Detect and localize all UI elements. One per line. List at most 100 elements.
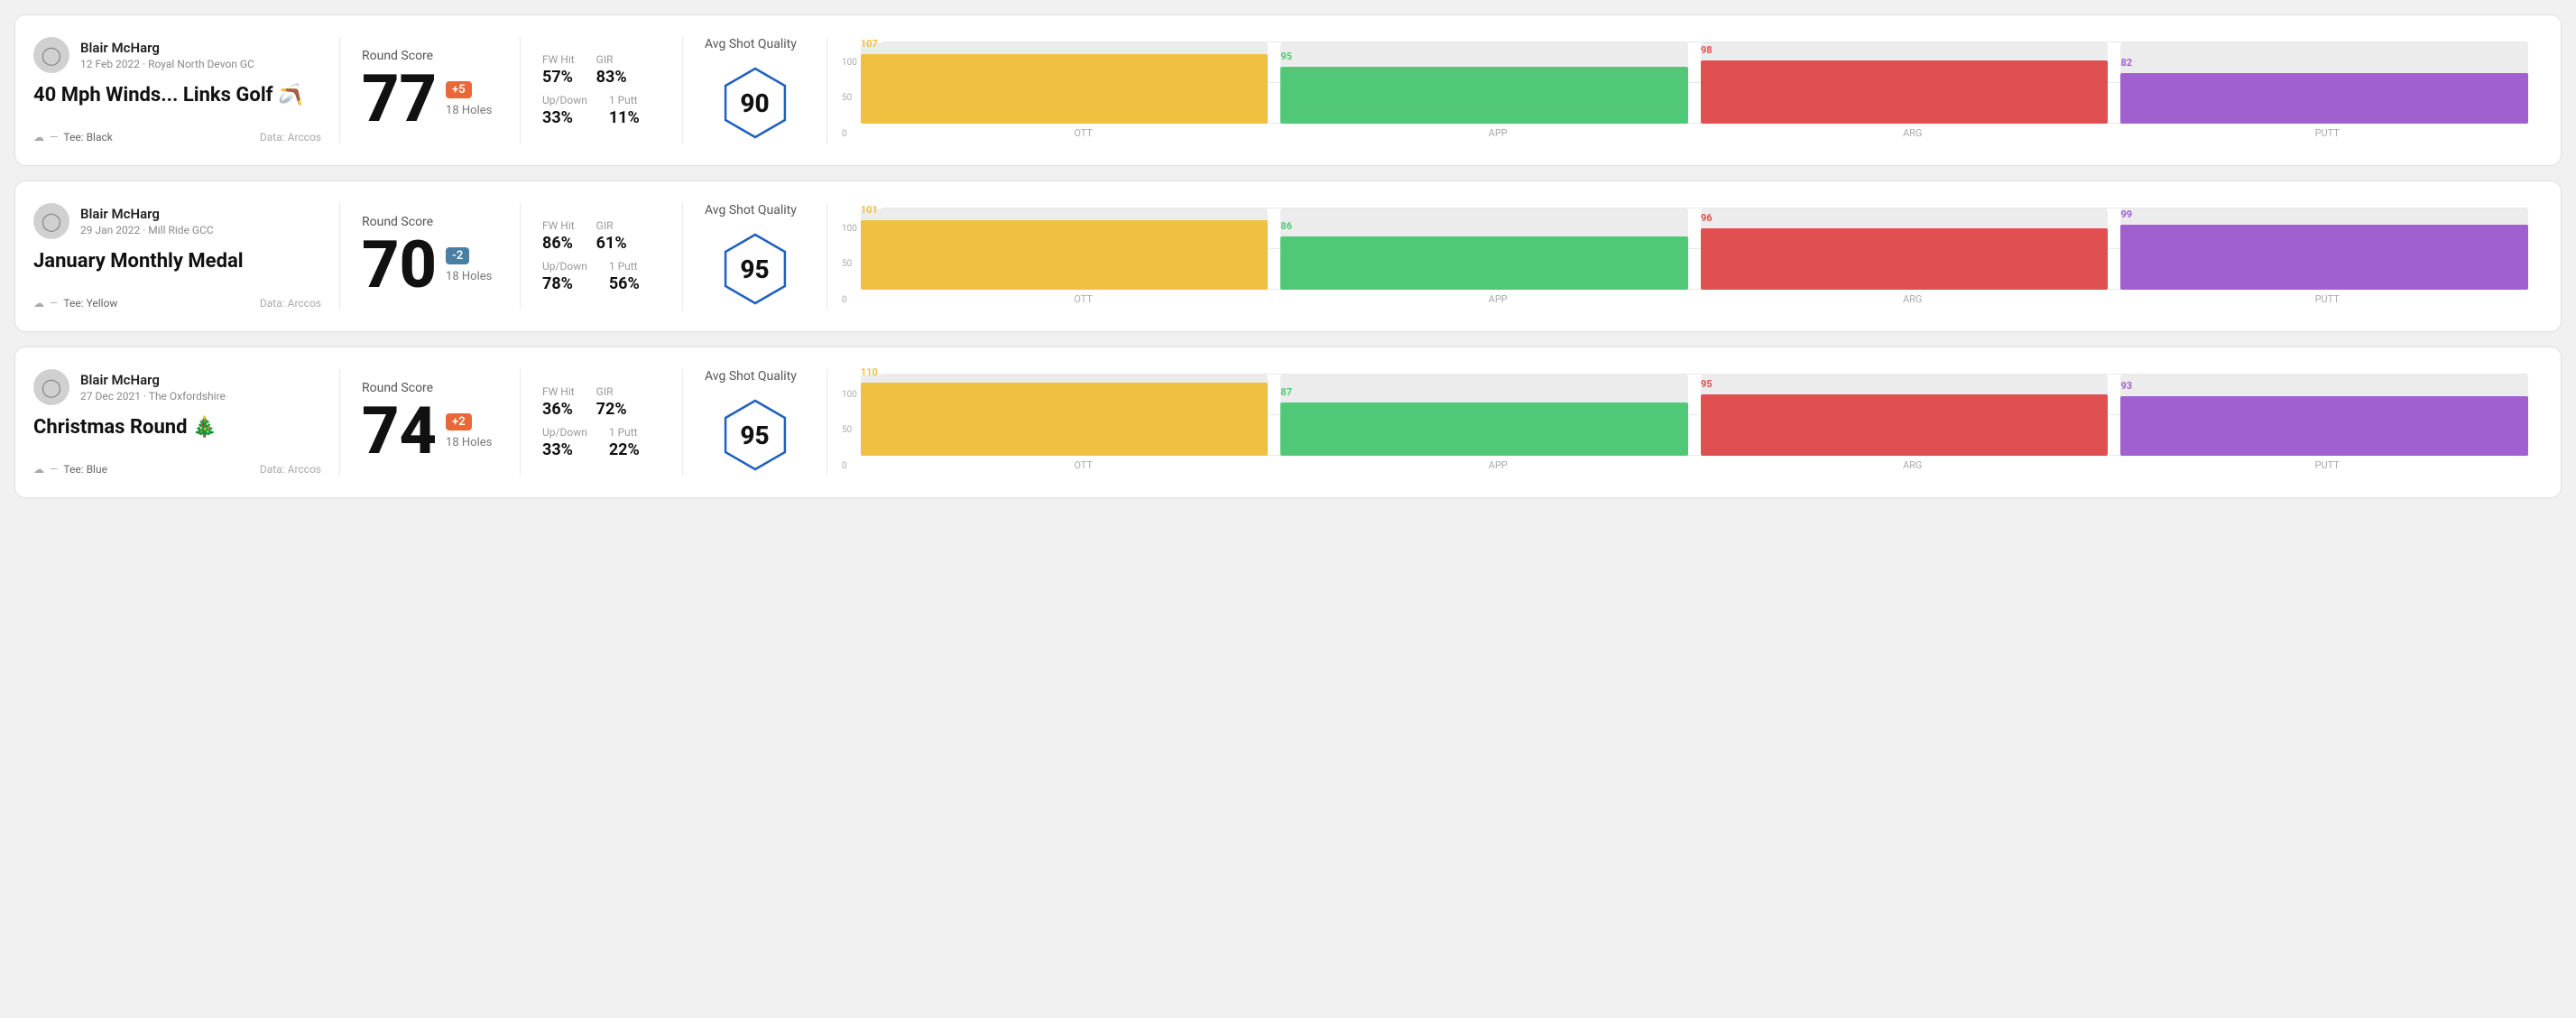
x-axis-label: OTT — [882, 459, 1285, 471]
card-stats: FW Hit 86% GIR 61% Up/Down 78% 1 Putt — [521, 203, 683, 310]
bar-column: 95 — [1280, 42, 1688, 124]
updown-label: Up/Down — [542, 260, 587, 273]
stats-row-top: FW Hit 36% GIR 72% — [542, 385, 660, 419]
chart-grid: 101 86 96 99 — [861, 208, 2528, 290]
y-max: 100 — [842, 58, 857, 68]
stats-row-bottom: Up/Down 78% 1 Putt 56% — [542, 260, 660, 293]
card-quality: Avg Shot Quality 95 — [683, 369, 827, 476]
holes-text: 18 Holes — [446, 104, 492, 117]
score-badge: +2 18 Holes — [446, 413, 492, 449]
stats-row-bottom: Up/Down 33% 1 Putt 11% — [542, 94, 660, 127]
avatar-icon: ◯ — [42, 44, 61, 66]
bar-column: 107 — [861, 42, 1269, 124]
updown-stat: Up/Down 33% — [542, 426, 587, 459]
bar-column: 98 — [1701, 42, 2109, 124]
fw-hit-label: FW Hit — [542, 219, 575, 232]
bar-fill: 95 — [1280, 67, 1688, 124]
x-labels: OTTAPPARGPUTT — [882, 293, 2528, 305]
bar-fill: 95 — [1701, 394, 2109, 456]
updown-value: 33% — [542, 108, 587, 127]
chart-area: 100 50 0 110 — [827, 369, 2543, 476]
bar-value: 87 — [1280, 386, 1292, 398]
chart-area: 100 50 0 107 — [827, 37, 2543, 143]
bar-column: 93 — [2120, 375, 2528, 456]
x-labels: OTTAPPARGPUTT — [882, 127, 2528, 139]
score-diff-badge: +2 — [446, 413, 472, 430]
x-axis-label: ARG — [1712, 127, 2114, 139]
bar-value: 86 — [1280, 220, 1292, 232]
bar-value: 98 — [1701, 44, 1713, 56]
y-axis: 100 50 0 — [842, 224, 861, 305]
one-putt-value: 56% — [609, 274, 640, 293]
avatar-icon: ◯ — [42, 210, 61, 232]
one-putt-stat: 1 Putt 22% — [609, 426, 640, 459]
one-putt-value: 11% — [609, 108, 640, 127]
quality-label: Avg Shot Quality — [705, 37, 797, 51]
card-footer: ☁ ― Tee: Yellow Data: Arccos — [33, 297, 321, 310]
x-axis-label: PUTT — [2126, 293, 2528, 305]
avatar: ◯ — [33, 369, 69, 405]
card-player-info: ◯ Blair McHarg 29 Jan 2022 · Mill Ride G… — [33, 203, 340, 310]
round-title: January Monthly Medal — [33, 250, 321, 273]
tee-label: Tee: Yellow — [63, 297, 117, 310]
round-card: ◯ Blair McHarg 12 Feb 2022 · Royal North… — [14, 14, 2562, 166]
holes-text: 18 Holes — [446, 436, 492, 449]
stats-row-top: FW Hit 86% GIR 61% — [542, 219, 660, 253]
bar-value: 95 — [1280, 51, 1292, 62]
updown-value: 78% — [542, 274, 587, 293]
weather-icon: ☁ — [33, 131, 44, 143]
bar-fill: 107 — [861, 54, 1269, 124]
score-number: 74 — [362, 399, 437, 464]
x-axis-label: PUTT — [2126, 459, 2528, 471]
round-card: ◯ Blair McHarg 29 Jan 2022 · Mill Ride G… — [14, 180, 2562, 332]
x-axis-label: APP — [1297, 293, 1699, 305]
player-name: Blair McHarg — [80, 206, 214, 222]
score-badge: -2 18 Holes — [446, 247, 492, 283]
round-title: Christmas Round 🎄 — [33, 416, 321, 439]
updown-label: Up/Down — [542, 94, 587, 106]
fw-hit-label: FW Hit — [542, 53, 575, 66]
y-min: 0 — [842, 129, 857, 139]
card-score: Round Score 74 +2 18 Holes — [340, 369, 521, 476]
avatar: ◯ — [33, 203, 69, 239]
one-putt-label: 1 Putt — [609, 94, 640, 106]
player-name: Blair McHarg — [80, 40, 254, 56]
tee-info: ☁ ― Tee: Yellow — [33, 297, 117, 310]
score-main: 70 -2 18 Holes — [362, 233, 498, 298]
bar-fill: 86 — [1280, 236, 1688, 290]
one-putt-stat: 1 Putt 56% — [609, 260, 640, 293]
score-diff-badge: +5 — [446, 81, 472, 98]
y-max: 100 — [842, 224, 857, 234]
card-player-info: ◯ Blair McHarg 27 Dec 2021 · The Oxfords… — [33, 369, 340, 476]
fw-hit-stat: FW Hit 36% — [542, 385, 575, 419]
bar-fill: 82 — [2120, 73, 2528, 124]
tee-label: Tee: Black — [63, 131, 112, 143]
data-source: Data: Arccos — [260, 131, 321, 143]
y-mid: 50 — [842, 93, 857, 103]
gir-label: GIR — [596, 53, 627, 66]
round-title: 40 Mph Winds... Links Golf 🪃 — [33, 84, 321, 106]
avatar: ◯ — [33, 37, 69, 73]
updown-label: Up/Down — [542, 426, 587, 439]
fw-hit-value: 57% — [542, 68, 575, 87]
card-quality: Avg Shot Quality 90 — [683, 37, 827, 143]
bar-value: 101 — [861, 204, 878, 216]
round-card: ◯ Blair McHarg 27 Dec 2021 · The Oxfords… — [14, 347, 2562, 498]
score-main: 74 +2 18 Holes — [362, 399, 498, 464]
stats-row-bottom: Up/Down 33% 1 Putt 22% — [542, 426, 660, 459]
card-stats: FW Hit 57% GIR 83% Up/Down 33% 1 Putt — [521, 37, 683, 143]
hexagon-container: 95 — [715, 228, 796, 310]
card-footer: ☁ ― Tee: Black Data: Arccos — [33, 131, 321, 143]
updown-value: 33% — [542, 440, 587, 459]
x-axis-label: ARG — [1712, 459, 2114, 471]
quality-score: 95 — [740, 255, 769, 284]
card-score: Round Score 77 +5 18 Holes — [340, 37, 521, 143]
player-date: 29 Jan 2022 · Mill Ride GCC — [80, 224, 214, 236]
y-max: 100 — [842, 390, 857, 400]
card-player-info: ◯ Blair McHarg 12 Feb 2022 · Royal North… — [33, 37, 340, 143]
tee-label: Tee: Blue — [63, 463, 107, 476]
player-name: Blair McHarg — [80, 372, 226, 388]
bar-fill: 101 — [861, 220, 1269, 290]
score-main: 77 +5 18 Holes — [362, 67, 498, 132]
card-score: Round Score 70 -2 18 Holes — [340, 203, 521, 310]
